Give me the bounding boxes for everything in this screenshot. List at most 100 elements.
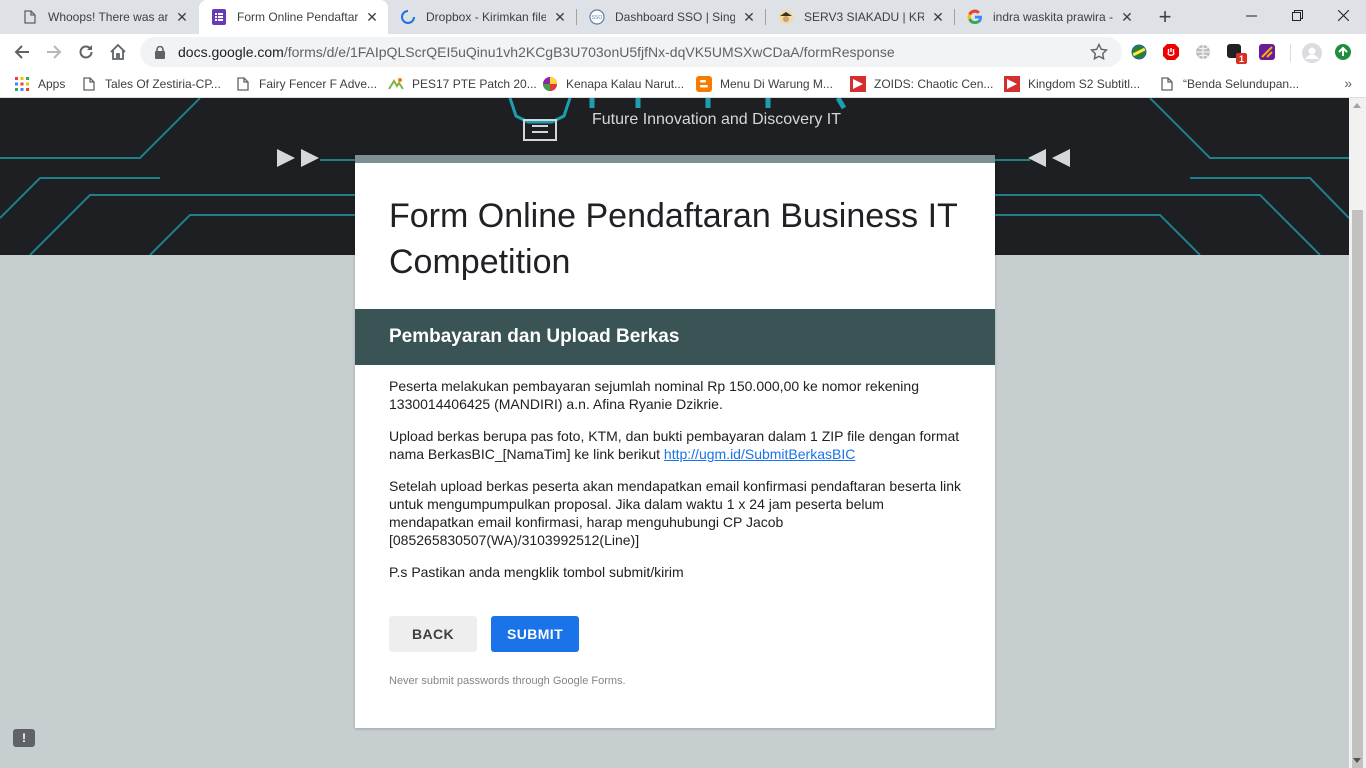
bookmark-menu-di-warung[interactable]: Menu Di Warung M... — [696, 75, 833, 93]
bookmark-kenapa-kalau[interactable]: Kenapa Kalau Narut... — [542, 75, 684, 93]
bookmark-pes17[interactable]: PES17 PTE Patch 20... — [388, 75, 537, 93]
scrollbar-thumb[interactable] — [1352, 210, 1363, 768]
notification-extension-icon[interactable]: 1 — [1226, 43, 1247, 64]
close-icon[interactable]: ✕ — [364, 9, 380, 25]
document-icon — [1159, 76, 1175, 92]
red-play-icon — [850, 76, 866, 92]
submit-button[interactable]: SUBMIT — [491, 616, 579, 652]
browser-toolbar: docs.google.com/forms/d/e/1FAIpQLScrQEI5… — [0, 34, 1366, 70]
close-icon[interactable]: ✕ — [741, 9, 757, 25]
url-path: /forms/d/e/1FAIpQLScrQEI5uQinu1vh2KCgB3U… — [283, 44, 895, 60]
form-card: Form Online Pendaftaran Business IT Comp… — [355, 155, 995, 728]
tab-title: Dropbox - Kirimkan file — [426, 10, 546, 24]
tab-title: indra waskita prawira - — [993, 10, 1113, 24]
bookmark-label: Apps — [38, 77, 66, 91]
close-icon[interactable]: ✕ — [552, 9, 568, 25]
google-forms-icon — [211, 9, 227, 25]
address-bar[interactable]: docs.google.com/forms/d/e/1FAIpQLScrQEI5… — [140, 37, 1122, 67]
globe-grey-icon[interactable] — [1194, 43, 1212, 61]
tab-form-online[interactable]: Form Online Pendaftaran ✕ — [199, 0, 388, 34]
loading-spinner-icon — [400, 9, 416, 25]
url-host: docs.google.com — [178, 44, 284, 60]
red-play-icon — [1004, 76, 1020, 92]
update-arrow-icon[interactable] — [1334, 43, 1352, 61]
close-icon[interactable]: ✕ — [1119, 9, 1135, 25]
left-arrows-decoration — [1026, 147, 1072, 169]
back-arrow-icon[interactable] — [8, 38, 36, 66]
bookmark-label: ZOIDS: Chaotic Cen... — [874, 77, 994, 91]
forward-arrow-icon[interactable] — [40, 38, 68, 66]
upload-info-text: Upload berkas berupa pas foto, KTM, dan … — [389, 427, 969, 463]
report-abuse-icon[interactable]: ! — [13, 729, 35, 747]
close-icon[interactable]: ✕ — [930, 9, 946, 25]
svg-text:SSO: SSO — [592, 15, 603, 21]
tab-whoops[interactable]: Whoops! There was an ✕ — [10, 0, 198, 34]
bookmark-star-icon[interactable] — [1089, 42, 1109, 61]
globe-extension-icon[interactable] — [1130, 43, 1148, 61]
pes-icon — [388, 76, 404, 92]
purple-extension-icon[interactable] — [1258, 43, 1276, 61]
new-tab-icon[interactable]: + — [1153, 4, 1177, 29]
submit-reminder-text: P.s Pastikan anda mengklik tombol submit… — [389, 564, 684, 580]
right-arrows-decoration — [277, 147, 323, 169]
bookmark-label: Tales Of Zestiria-CP... — [105, 77, 221, 91]
apps-grid-icon — [14, 76, 30, 92]
bookmark-label: Fairy Fencer F Adve... — [259, 77, 378, 91]
bookmarks-bar: Apps Tales Of Zestiria-CP... Fairy Fence… — [0, 70, 1366, 98]
close-icon[interactable]: ✕ — [174, 9, 190, 25]
section-description: Peserta melakukan pembayaran sejumlah no… — [389, 377, 969, 595]
tab-strip: Whoops! There was an ✕ Form Online Penda… — [0, 0, 1366, 34]
url-text: docs.google.com/forms/d/e/1FAIpQLScrQEI5… — [178, 44, 895, 60]
scroll-down-arrow-icon[interactable] — [1353, 758, 1361, 763]
tab-title: SERV3 SIAKADU | KRS M — [804, 10, 924, 24]
banner-tagline: Future Innovation and Discovery IT — [592, 111, 842, 128]
bookmark-zoids[interactable]: ZOIDS: Chaotic Cen... — [850, 75, 993, 93]
confirmation-info-text: Setelah upload berkas peserta akan menda… — [389, 478, 962, 548]
document-icon — [81, 76, 97, 92]
bookmark-label: “Benda Selundupan... — [1183, 77, 1300, 91]
minimize-icon[interactable] — [1228, 0, 1274, 30]
tab-dashboard-sso[interactable]: SSO Dashboard SSO | Single ✕ — [577, 0, 765, 34]
bookmarks-overflow-icon[interactable]: » — [1344, 75, 1352, 91]
bookmark-label: Kingdom S2 Subtitl... — [1028, 77, 1141, 91]
password-warning-text: Never submit passwords through Google Fo… — [389, 675, 626, 687]
bookmark-tales-of-zestiria[interactable]: Tales Of Zestiria-CP... — [81, 75, 221, 93]
bookmark-kingdom-s2[interactable]: Kingdom S2 Subtitl... — [1004, 75, 1140, 93]
google-icon — [967, 9, 983, 25]
profile-avatar-icon[interactable] — [1302, 43, 1322, 63]
lock-icon — [152, 45, 168, 59]
scroll-up-arrow-icon[interactable] — [1353, 103, 1361, 108]
document-icon — [235, 76, 251, 92]
payment-info-text: Peserta melakukan pembayaran sejumlah no… — [389, 378, 919, 412]
page-viewport: Future Innovation and Discovery IT Form … — [0, 98, 1349, 768]
bookmark-apps[interactable]: Apps — [14, 75, 65, 93]
form-title: Form Online Pendaftaran Business IT Comp… — [389, 197, 958, 281]
blogger-icon — [696, 76, 712, 92]
tab-google-search[interactable]: indra waskita prawira - ✕ — [955, 0, 1143, 34]
bookmark-label: Menu Di Warung M... — [720, 77, 833, 91]
document-icon — [22, 9, 38, 25]
tab-dropbox[interactable]: Dropbox - Kirimkan file ✕ — [388, 0, 576, 34]
tab-title: Dashboard SSO | Single — [615, 10, 735, 24]
bookmark-label: Kenapa Kalau Narut... — [566, 77, 685, 91]
siakadu-icon — [778, 9, 794, 25]
form-accent-bar — [355, 155, 995, 163]
tab-title: Form Online Pendaftaran — [237, 10, 358, 24]
colorful-ball-icon — [542, 76, 558, 92]
svg-text:1: 1 — [1239, 54, 1244, 64]
back-button[interactable]: BACK — [389, 616, 477, 652]
section-header: Pembayaran dan Upload Berkas — [355, 309, 995, 365]
sso-icon: SSO — [589, 9, 605, 25]
bookmark-label: PES17 PTE Patch 20... — [412, 77, 537, 91]
reload-icon[interactable] — [72, 38, 100, 66]
tab-title: Whoops! There was an — [48, 10, 168, 24]
home-icon[interactable] — [104, 38, 132, 66]
restore-icon[interactable] — [1274, 0, 1320, 30]
tab-siakadu[interactable]: SERV3 SIAKADU | KRS M ✕ — [766, 0, 954, 34]
page-scrollbar[interactable] — [1349, 98, 1366, 768]
submit-berkas-link[interactable]: http://ugm.id/SubmitBerkasBIC — [664, 446, 855, 462]
window-close-icon[interactable] — [1320, 0, 1366, 30]
bookmark-benda-selundupan[interactable]: “Benda Selundupan... — [1159, 75, 1299, 93]
bookmark-fairy-fencer[interactable]: Fairy Fencer F Adve... — [235, 75, 377, 93]
adblock-icon[interactable] — [1162, 43, 1180, 61]
